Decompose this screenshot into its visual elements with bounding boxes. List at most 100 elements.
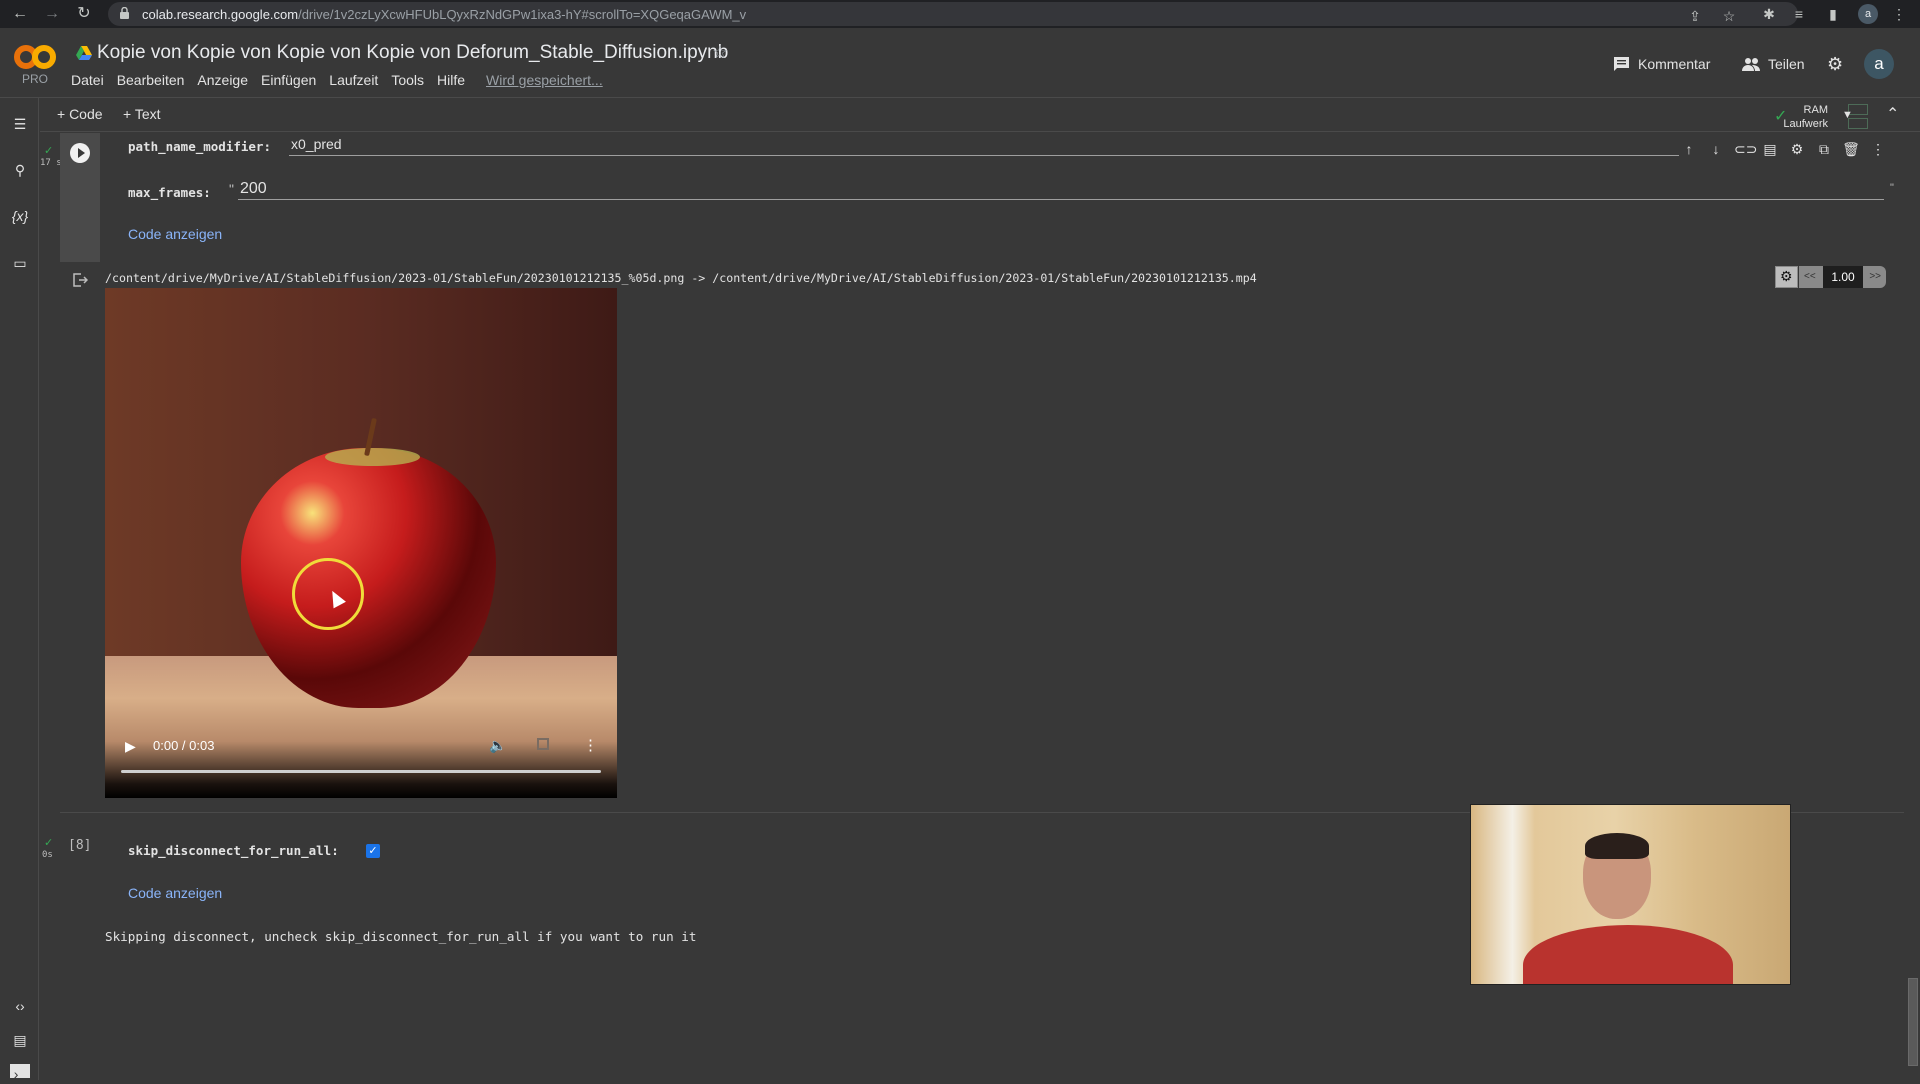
speed-settings-button[interactable]: ⚙	[1775, 266, 1798, 288]
delete-cell-icon[interactable]: 🗑	[1842, 140, 1860, 158]
vertical-scrollbar[interactable]	[1908, 978, 1918, 1066]
runtime-dropdown-icon[interactable]: ▼	[1842, 109, 1853, 121]
resource-monitor[interactable]: ✓ RAM Laufwerk	[1774, 102, 1874, 130]
comment-button[interactable]: Kommentar	[1613, 54, 1710, 74]
comment-cell-icon[interactable]: ▤	[1761, 140, 1779, 158]
menu-einfuegen[interactable]: Einfügen	[261, 72, 316, 88]
browser-profile-avatar[interactable]: a	[1858, 4, 1878, 24]
link-icon[interactable]: ⊂⊃	[1734, 140, 1757, 158]
table-of-contents-icon[interactable]: ☰	[10, 114, 30, 134]
max-frames-input[interactable]: 200	[238, 180, 1884, 200]
skip-disconnect-label: skip_disconnect_for_run_all:	[128, 843, 339, 858]
pro-badge: PRO	[22, 72, 49, 86]
menu-bearbeiten[interactable]: Bearbeiten	[117, 72, 185, 88]
lock-icon	[120, 7, 129, 19]
video-frame-apple	[241, 448, 496, 708]
extensions-icon[interactable]: ✱	[1760, 5, 1778, 23]
browser-toolbar: ← → ↻ colab.research.google.com/drive/1v…	[0, 0, 1920, 28]
webcam-person-shirt	[1523, 925, 1733, 984]
execution-count[interactable]: [8]	[68, 838, 91, 853]
add-code-button[interactable]: + Code	[57, 106, 103, 122]
cell-toolbar: ↑ ↓ ⊂⊃ ▤ ⚙ ⧉ 🗑 ⋮	[1680, 140, 1887, 158]
run-cell-button[interactable]	[70, 143, 90, 163]
exec-success-icon: ✓	[44, 837, 54, 849]
speed-increase-button[interactable]: >>	[1869, 271, 1881, 282]
video-frame-apple-top	[325, 448, 420, 466]
user-avatar[interactable]: a	[1864, 49, 1894, 79]
gear-icon: ⚙	[1780, 268, 1793, 284]
menu-anzeige[interactable]: Anzeige	[197, 72, 248, 88]
webcam-overlay	[1470, 804, 1791, 985]
playback-speed-control: ⚙ << 1.00 >>	[1775, 266, 1886, 288]
output-text: Skipping disconnect, uncheck skip_discon…	[105, 929, 697, 944]
browser-menu-icon[interactable]: ⋮	[1890, 5, 1908, 23]
video-progress-bar[interactable]	[121, 770, 601, 773]
command-palette-icon[interactable]: ▤	[10, 1030, 30, 1050]
star-icon[interactable]: ☆	[712, 42, 728, 63]
settings-gear-icon[interactable]: ⚙	[1827, 54, 1843, 74]
video-time: 0:00 / 0:03	[153, 738, 215, 753]
exec-time: 0s	[42, 850, 53, 860]
terminal-icon[interactable]: ›_	[10, 1064, 30, 1082]
menu-datei[interactable]: Datei	[71, 72, 104, 88]
add-text-button[interactable]: + Text	[123, 106, 161, 122]
speed-stepper: << 1.00 >>	[1799, 266, 1886, 288]
skip-disconnect-checkbox[interactable]: ✓	[366, 844, 380, 858]
video-controls: ▶ 0:00 / 0:03 🔈 ⋮	[105, 736, 617, 798]
back-icon[interactable]: ←	[10, 4, 30, 24]
show-code-link[interactable]: Code anzeigen	[128, 885, 222, 901]
forward-icon[interactable]: →	[42, 4, 62, 24]
notebook-title[interactable]: Kopie von Kopie von Kopie von Kopie von …	[97, 42, 728, 64]
search-icon[interactable]: ⚲	[10, 160, 30, 180]
variables-icon[interactable]: {x}	[10, 206, 30, 226]
save-status[interactable]: Wird gespeichert...	[486, 72, 603, 88]
max-frames-label: max_frames:	[128, 185, 211, 200]
menu-bar: Datei Bearbeiten Anzeige Einfügen Laufze…	[71, 72, 465, 88]
collapse-header-icon[interactable]: ⌃	[1886, 104, 1899, 124]
menu-laufzeit[interactable]: Laufzeit	[329, 72, 378, 88]
comment-icon	[1614, 56, 1629, 71]
side-panel-icon[interactable]: ▮	[1824, 5, 1842, 23]
speed-value[interactable]: 1.00	[1823, 266, 1863, 288]
play-icon[interactable]: ▶	[125, 738, 136, 755]
path-name-modifier-label: path_name_modifier:	[128, 139, 271, 154]
url-text: colab.research.google.com/drive/1v2czLyX…	[142, 7, 747, 22]
field-resize-handle[interactable]: "	[1890, 182, 1894, 194]
reload-icon[interactable]: ↻	[74, 4, 94, 24]
string-quote-marker: "	[229, 181, 234, 197]
colab-logo[interactable]	[14, 44, 56, 70]
cell-settings-icon[interactable]: ⚙	[1788, 140, 1806, 158]
google-drive-icon	[76, 46, 92, 60]
move-cell-up-icon[interactable]: ↑	[1680, 140, 1698, 158]
share-page-icon[interactable]: ⇪	[1686, 7, 1704, 25]
code-snippets-icon[interactable]: ‹›	[10, 996, 30, 1016]
output-text: /content/drive/MyDrive/AI/StableDiffusio…	[105, 271, 1257, 285]
notebook-toolbar: + Code + Text ✓ RAM Laufwerk ▼ ⌃	[40, 98, 1920, 132]
bookmark-star-icon[interactable]: ☆	[1720, 7, 1738, 25]
mirror-cell-icon[interactable]: ⧉	[1815, 140, 1833, 158]
volume-icon[interactable]: 🔈	[489, 737, 506, 754]
files-folder-icon[interactable]: ▭	[10, 253, 30, 273]
people-icon	[1742, 58, 1760, 71]
output-icon[interactable]	[72, 272, 88, 288]
address-bar[interactable]: colab.research.google.com/drive/1v2czLyX…	[108, 2, 1798, 26]
video-more-icon[interactable]: ⋮	[583, 736, 598, 754]
disk-label: Laufwerk	[1783, 118, 1828, 130]
menu-hilfe[interactable]: Hilfe	[437, 72, 465, 88]
video-player[interactable]: ▶ 0:00 / 0:03 🔈 ⋮	[105, 288, 617, 798]
exec-success-icon: ✓	[44, 145, 54, 157]
exec-time: 17 s	[40, 158, 62, 168]
show-code-link[interactable]: Code anzeigen	[128, 226, 222, 242]
path-name-modifier-input[interactable]: x0_pred	[289, 136, 1679, 156]
media-queue-icon[interactable]: ≡	[1790, 5, 1808, 23]
fullscreen-icon[interactable]	[537, 738, 549, 750]
webcam-person-hair	[1585, 833, 1649, 859]
left-sidebar: ☰ ⚲ {x} ▭ ‹› ▤ ›_	[0, 98, 39, 1082]
menu-tools[interactable]: Tools	[391, 72, 424, 88]
move-cell-down-icon[interactable]: ↓	[1707, 140, 1725, 158]
ram-label: RAM	[1803, 104, 1828, 116]
colab-header: PRO Kopie von Kopie von Kopie von Kopie …	[0, 28, 1920, 98]
speed-decrease-button[interactable]: <<	[1804, 271, 1816, 282]
share-button[interactable]: Teilen	[1742, 54, 1805, 74]
more-options-icon[interactable]: ⋮	[1869, 140, 1887, 158]
